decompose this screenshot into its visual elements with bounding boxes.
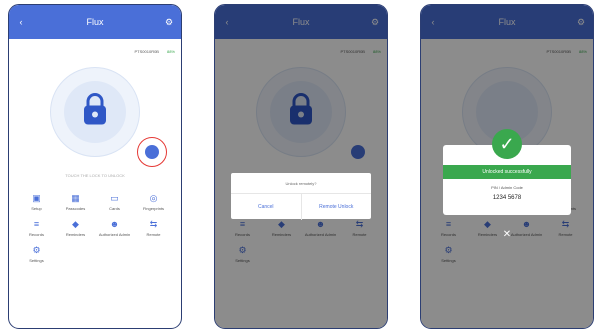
success-subtitle: PIN / Admin Code <box>491 185 523 190</box>
cancel-button[interactable]: Cancel <box>231 194 301 220</box>
record-icon: ≡ <box>33 219 40 229</box>
grid-item-records[interactable]: ≡ Records <box>17 219 56 237</box>
dialog-message: Unlock remotely? <box>231 173 371 194</box>
gear-icon: ⚙ <box>32 245 41 255</box>
lock-button-ring[interactable] <box>50 67 140 157</box>
grid-item-settings[interactable]: ⚙ Settings <box>17 245 56 263</box>
grid-item-authorized-admin[interactable]: ☻ Authorized Admin <box>95 219 134 237</box>
app-header: ‹ Flux ⚙ <box>9 5 181 39</box>
unlock-success-dialog: ✓ Unlocked successfully PIN / Admin Code… <box>443 129 571 215</box>
close-icon[interactable]: ✕ <box>503 229 511 240</box>
phone-screen-3: ‹ Flux ⚙ PTS0010R0B 88% ▣Setup ▦Passcode… <box>420 4 594 329</box>
serial-number: PTS0010R0B <box>134 48 159 54</box>
grid-item-remote[interactable]: ⇆ Remote <box>134 219 173 237</box>
dialog-actions: Cancel Remote Unlock <box>231 194 371 220</box>
phone-screen-1: ‹ Flux ⚙ PTS0010R0B 88% TOUCH THE LOCK T… <box>8 4 182 329</box>
status-line: PTS0010R0B 88% <box>9 43 181 59</box>
grid-item-fingerprints[interactable]: ◎Fingerprints <box>134 193 173 211</box>
highlight-circle <box>137 137 167 167</box>
back-arrow-icon[interactable]: ‹ <box>15 17 27 27</box>
phone-screen-2: ‹ Flux ⚙ PTS0010R0B 88% ▣Setup ▦Passcode… <box>214 4 388 329</box>
confirm-remote-unlock-button[interactable]: Remote Unlock <box>300 194 372 220</box>
battery-level: 88% <box>166 48 175 54</box>
grid-item-passcodes[interactable]: ▦Passcodes <box>56 193 95 211</box>
card-icon: ▭ <box>110 193 119 203</box>
checkmark-icon: ✓ <box>492 129 522 159</box>
feature-grid: ▣Setup ▦Passcodes ▭Cards ◎Fingerprints ≡… <box>17 193 173 263</box>
grid-item-cards[interactable]: ▭Cards <box>95 193 134 211</box>
grid-item-setup[interactable]: ▣Setup <box>17 193 56 211</box>
modal-overlay[interactable] <box>215 5 387 328</box>
settings-icon[interactable]: ⚙ <box>163 17 175 28</box>
fingerprint-icon: ◎ <box>149 193 158 203</box>
lock-icon: ▣ <box>32 193 41 203</box>
lock-icon <box>82 93 108 132</box>
success-code: 1234 5678 <box>492 195 522 201</box>
keypad-icon: ▦ <box>71 193 80 203</box>
grid-item-reminders[interactable]: ◆ Reminders <box>56 219 95 237</box>
unlock-hint: TOUCH THE LOCK TO UNLOCK <box>65 173 125 178</box>
bell-icon: ◆ <box>72 219 79 229</box>
admin-icon: ☻ <box>109 219 120 229</box>
success-banner: Unlocked successfully <box>443 165 571 179</box>
remote-icon: ⇆ <box>149 219 158 229</box>
screen-title: Flux <box>86 17 104 27</box>
remote-unlock-dialog: Unlock remotely? Cancel Remote Unlock <box>231 173 371 220</box>
